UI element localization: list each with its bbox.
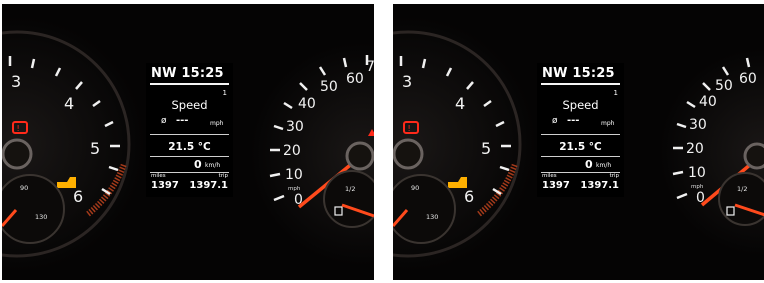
digital-speed-unit: km/h (596, 162, 612, 169)
tach-label-5: 5 (90, 139, 100, 158)
average-speed-value: --- (176, 115, 189, 126)
divider (541, 83, 620, 85)
outside-temperature: 21.5 °C (168, 141, 211, 153)
display-title: Speed (171, 98, 208, 112)
digital-speed-unit: km/h (205, 162, 221, 169)
speed-label-20: 20 (283, 143, 301, 159)
speed-label-40: 40 (699, 94, 717, 110)
display-title: Speed (562, 98, 599, 112)
digital-speed-value: 0 (194, 158, 202, 171)
fuel-label-half: 1/2 (345, 185, 355, 193)
tach-label-4: 4 (64, 94, 74, 113)
tach-hub (2, 138, 33, 170)
average-symbol: ø (161, 116, 167, 126)
coolant-gauge (393, 174, 456, 244)
svg-text:!: ! (17, 124, 20, 133)
speed-label-60: 60 (346, 71, 364, 87)
dashboard-photo-right: 3 4 5 6 ! 90 130 10 20 30 40 50 60 mph 0… (393, 4, 764, 280)
trip-value: 1397.1 (189, 180, 228, 191)
tach-hub (393, 138, 424, 170)
page-indicator: 1 (222, 89, 227, 97)
digital-speed-value: 0 (585, 158, 593, 171)
fuel-gauge (323, 170, 374, 228)
speed-label-70: 7 (366, 59, 374, 75)
tach-label-3: 3 (11, 72, 21, 91)
tach-label-3: 3 (402, 72, 412, 91)
speed-label-60: 60 (739, 71, 757, 87)
speed-label-30: 30 (286, 119, 304, 135)
average-speed-unit: mph (601, 120, 615, 127)
dashboard-photo-left: 3 4 5 6 ! 90 130 10 20 30 40 50 60 7 mph… (2, 4, 374, 280)
coolant-label-90: 90 (20, 184, 28, 192)
tach-label-4: 4 (455, 94, 465, 113)
compass-clock: NW 15:25 (542, 66, 615, 81)
divider (150, 83, 229, 85)
coolant-label-130: 130 (35, 213, 47, 221)
average-speed-value: --- (567, 115, 580, 126)
average-symbol: ø (552, 116, 558, 126)
trip-value: 1397.1 (580, 180, 619, 191)
divider (150, 156, 229, 157)
coolant-label-130: 130 (426, 213, 438, 221)
page-indicator: 1 (613, 89, 618, 97)
svg-text:!: ! (408, 124, 411, 133)
trip-label: trip (609, 173, 619, 179)
divider (541, 134, 620, 135)
speed-label-20: 20 (686, 141, 704, 157)
trip-label: trip (218, 173, 228, 179)
fuel-label-half: 1/2 (737, 185, 747, 193)
odometer-value: 1397 (151, 180, 179, 191)
coolant-gauge (2, 174, 65, 244)
tach-label-5: 5 (481, 139, 491, 158)
odometer-value: 1397 (542, 180, 570, 191)
multifunction-display: NW 15:25 1 Speed ø --- mph 21.5 °C 0 km/… (537, 63, 624, 197)
outside-temperature: 21.5 °C (559, 141, 602, 153)
compass-clock: NW 15:25 (151, 66, 224, 81)
speed-label-50: 50 (320, 79, 338, 95)
speed-label-30: 30 (689, 117, 707, 133)
tach-label-6: 6 (464, 187, 474, 206)
divider (541, 156, 620, 157)
odometer-label: miles (542, 173, 557, 179)
multifunction-display: NW 15:25 1 Speed ø --- mph 21.5 °C 0 km/… (146, 63, 233, 197)
odometer-label: miles (151, 173, 166, 179)
divider (150, 134, 229, 135)
tach-label-6: 6 (73, 187, 83, 206)
speed-label-50: 50 (715, 78, 733, 94)
coolant-label-90: 90 (411, 184, 419, 192)
speed-label-10: 10 (688, 165, 706, 181)
average-speed-unit: mph (210, 120, 224, 127)
speed-hub (743, 142, 764, 170)
speed-label-10: 10 (285, 167, 303, 183)
speed-hub (345, 141, 374, 171)
fuel-gauge (718, 172, 764, 226)
speed-label-40: 40 (298, 96, 316, 112)
